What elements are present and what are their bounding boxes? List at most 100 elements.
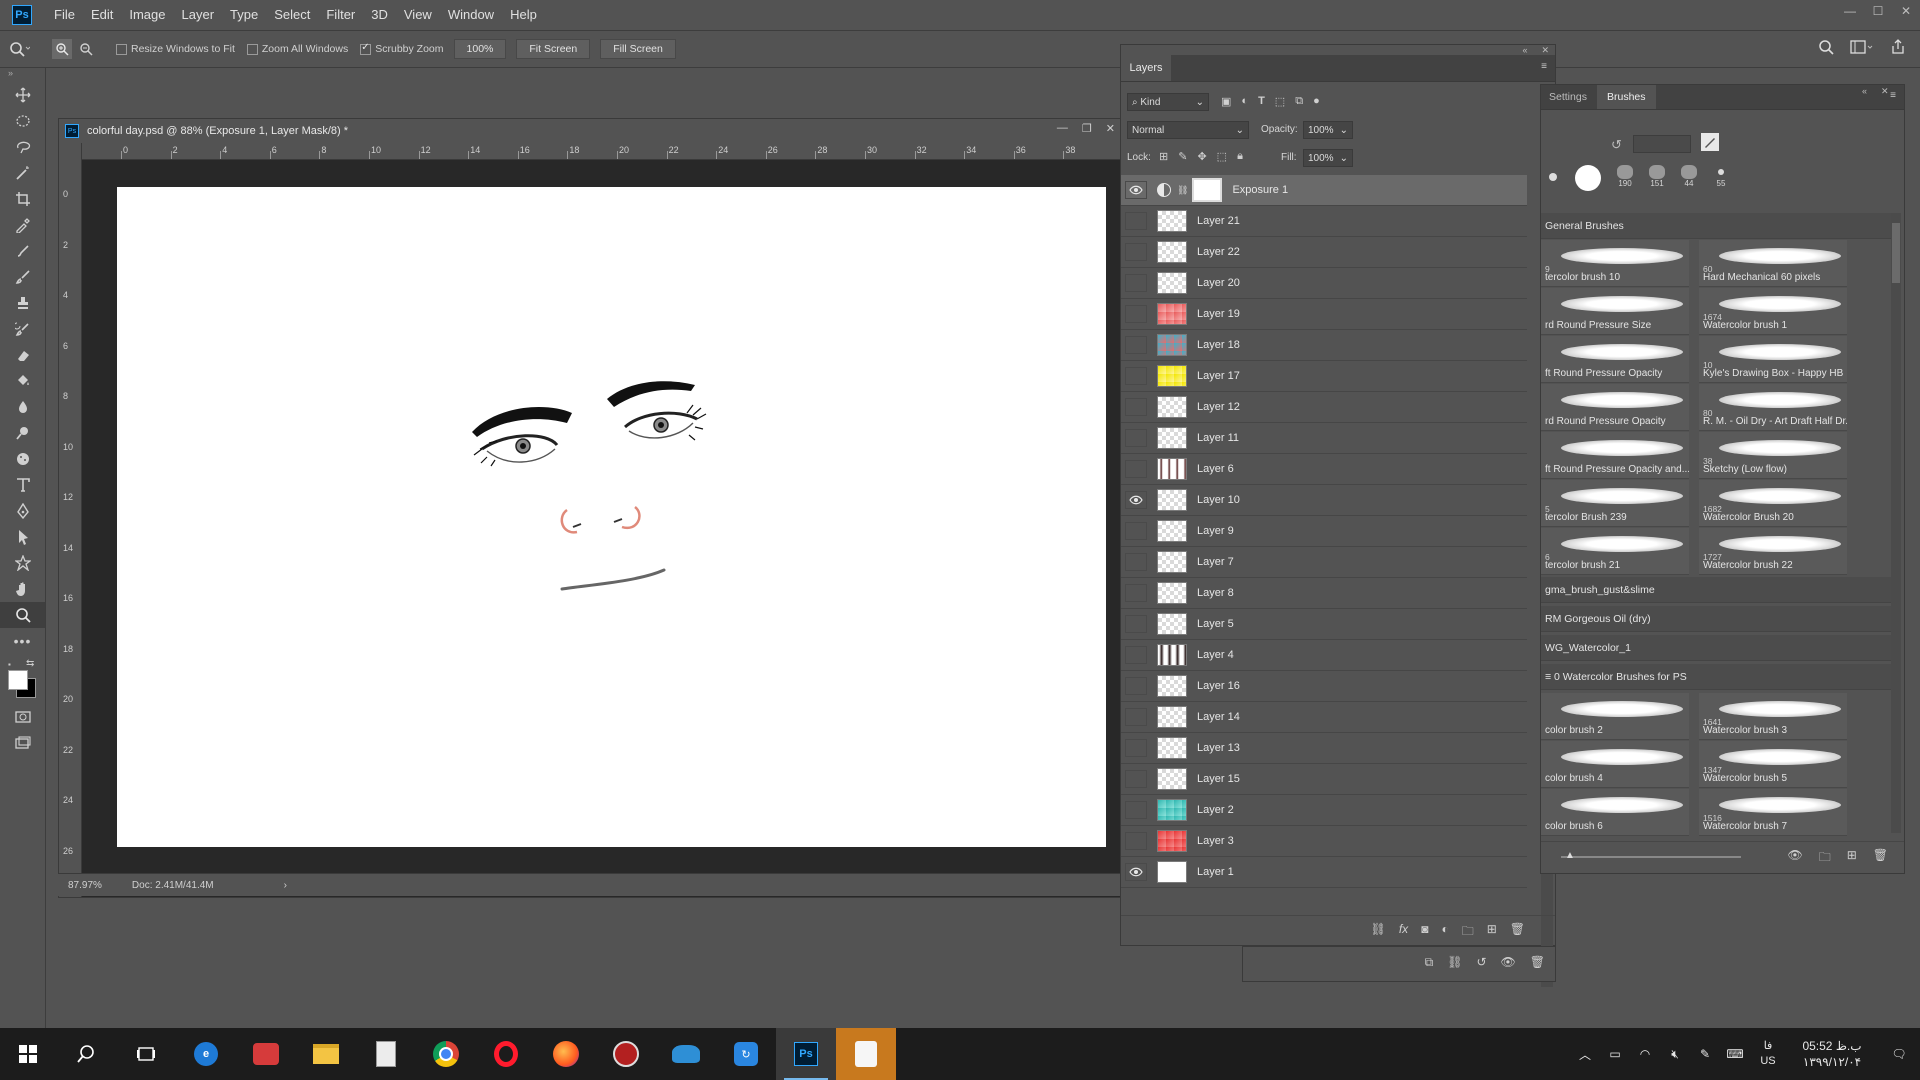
paint-app-icon[interactable] xyxy=(656,1028,716,1080)
brush-group-2[interactable]: RM Gorgeous Oil (dry) xyxy=(1541,606,1901,632)
recent-brush-3[interactable]: 190 xyxy=(1613,165,1637,195)
foreground-color-swatch[interactable] xyxy=(8,670,28,690)
brush-preset[interactable]: 1347 Watercolor brush 5 xyxy=(1699,741,1847,788)
tab-brush-settings[interactable]: Settings xyxy=(1543,85,1593,109)
clone-stamp-tool-icon[interactable] xyxy=(0,290,45,316)
visibility-eye-icon[interactable] xyxy=(1125,398,1147,416)
healing-brush-tool-icon[interactable] xyxy=(0,238,45,264)
zoom-out-icon[interactable] xyxy=(76,39,96,59)
tab-layers[interactable]: Layers xyxy=(1121,55,1171,81)
more-tools-icon[interactable]: ••• xyxy=(0,628,45,654)
filter-toggle-icon[interactable]: ● xyxy=(1313,95,1320,108)
menu-image[interactable]: Image xyxy=(121,0,173,30)
layer-row[interactable]: Layer 18 xyxy=(1121,330,1527,361)
close-button[interactable]: ✕ xyxy=(1892,0,1920,22)
lock-transparent-icon[interactable]: ⊞ xyxy=(1159,150,1168,163)
dodge-tool-icon[interactable] xyxy=(0,420,45,446)
search-taskbar-icon[interactable] xyxy=(56,1028,116,1080)
notifications-icon[interactable]: 🗨︎ xyxy=(1878,1047,1920,1061)
layer-row[interactable]: Layer 16 xyxy=(1121,671,1527,702)
brushes-collapse-icon[interactable]: « xyxy=(1862,86,1867,97)
lock-image-icon[interactable]: ✎ xyxy=(1178,150,1187,163)
shape-tool-icon[interactable] xyxy=(0,550,45,576)
visibility-eye-icon[interactable] xyxy=(1125,770,1147,788)
new-brush-icon[interactable]: ⊞ xyxy=(1847,848,1857,869)
brush-preset[interactable]: 1682 Watercolor Brush 20 xyxy=(1699,480,1847,527)
brush-preset[interactable]: rd Round Pressure Opacity xyxy=(1541,384,1689,431)
brush-preset[interactable]: 60 Hard Mechanical 60 pixels xyxy=(1699,240,1847,287)
delete-layer-icon[interactable]: 🗑︎ xyxy=(1510,922,1525,943)
visibility-eye-icon[interactable] xyxy=(1125,584,1147,602)
recent-brush-4[interactable]: 151 xyxy=(1645,165,1669,195)
visibility-eye-icon[interactable] xyxy=(1125,336,1147,354)
scrubby-zoom-checkbox[interactable]: Scrubby Zoom xyxy=(360,42,444,55)
visibility-eye-icon[interactable] xyxy=(1125,708,1147,726)
maximize-button[interactable]: ☐ xyxy=(1864,0,1892,22)
visibility-eye-icon[interactable] xyxy=(1125,212,1147,230)
start-button[interactable] xyxy=(0,1028,56,1080)
layer-row[interactable]: Layer 8 xyxy=(1121,578,1527,609)
visibility-eye-icon[interactable] xyxy=(1125,181,1147,199)
pen-icon[interactable]: ✎ xyxy=(1690,1047,1720,1061)
quick-mask-icon[interactable] xyxy=(0,704,45,730)
brush-preset[interactable]: color brush 2 xyxy=(1541,693,1689,740)
document-canvas[interactable] xyxy=(117,187,1106,847)
menu-window[interactable]: Window xyxy=(440,0,502,30)
new-document-from-state-icon[interactable]: ⧉ xyxy=(1425,955,1434,970)
visibility-eye-icon[interactable] xyxy=(1125,739,1147,757)
zoom-in-icon[interactable] xyxy=(52,39,72,59)
filter-shape-icon[interactable]: ⬚ xyxy=(1275,95,1285,108)
lock-position-icon[interactable]: ✥ xyxy=(1197,150,1206,163)
menu-help[interactable]: Help xyxy=(502,0,545,30)
brush-preset[interactable]: 1674 Watercolor brush 1 xyxy=(1699,288,1847,335)
visibility-eye-icon[interactable] xyxy=(1125,615,1147,633)
language-indicator[interactable]: فا US xyxy=(1750,1039,1786,1069)
brush-preset[interactable]: color brush 4 xyxy=(1541,741,1689,788)
delete-state-icon[interactable]: 🗑︎ xyxy=(1530,955,1545,970)
layer-row[interactable]: Layer 10 xyxy=(1121,485,1527,516)
layer-mask-thumbnail[interactable] xyxy=(1192,178,1223,202)
photoshop-taskbar-icon[interactable]: Ps xyxy=(776,1028,836,1080)
layer-row[interactable]: Layer 9 xyxy=(1121,516,1527,547)
brush-group-3[interactable]: WG_Watercolor_1 xyxy=(1541,635,1901,661)
layer-row[interactable]: Layer 17 xyxy=(1121,361,1527,392)
collapse-toolbar-icon[interactable]: » xyxy=(0,68,45,82)
brush-preset[interactable]: 38 Sketchy (Low flow) xyxy=(1699,432,1847,479)
link-layers-icon[interactable]: ⛓︎ xyxy=(1371,922,1386,943)
filter-smart-object-icon[interactable]: ⧉ xyxy=(1295,95,1303,108)
paint-bucket-tool-icon[interactable] xyxy=(0,368,45,394)
add-mask-icon[interactable]: ◙ xyxy=(1421,922,1428,943)
layer-row[interactable]: Layer 5 xyxy=(1121,609,1527,640)
search-icon[interactable] xyxy=(1818,39,1834,55)
zoom-level[interactable]: 87.97% xyxy=(68,880,102,891)
media-app-icon[interactable] xyxy=(596,1028,656,1080)
layer-row[interactable]: Layer 13 xyxy=(1121,733,1527,764)
visibility-eye-icon[interactable] xyxy=(1125,491,1147,509)
document-tab[interactable]: Ps colorful day.psd @ 88% (Exposure 1, L… xyxy=(59,119,1121,144)
magic-wand-tool-icon[interactable] xyxy=(0,160,45,186)
brush-preset[interactable]: 6 tercolor brush 21 xyxy=(1541,528,1689,575)
undo-icon[interactable]: ↺ xyxy=(1476,955,1486,970)
filter-pixel-icon[interactable]: ▣ xyxy=(1221,95,1231,108)
blend-mode-select[interactable]: Normal ⌄ xyxy=(1127,121,1249,139)
menu-type[interactable]: Type xyxy=(222,0,266,30)
recorder-app-icon[interactable] xyxy=(236,1028,296,1080)
minimize-button[interactable]: — xyxy=(1836,0,1864,22)
ruler-origin[interactable] xyxy=(59,143,82,160)
menu-select[interactable]: Select xyxy=(266,0,318,30)
visibility-eye-icon[interactable] xyxy=(1125,522,1147,540)
visibility-eye-icon[interactable] xyxy=(1125,863,1147,881)
brush-size-input[interactable] xyxy=(1633,135,1691,153)
visibility-eye-icon[interactable] xyxy=(1125,460,1147,478)
mask-link-icon[interactable]: ⛓︎ xyxy=(1177,185,1188,196)
opera-icon[interactable] xyxy=(476,1028,536,1080)
path-selection-tool-icon[interactable] xyxy=(0,524,45,550)
brush-group-4[interactable]: ≡ 0 Watercolor Brushes for PS xyxy=(1541,664,1901,690)
lasso-tool-icon[interactable] xyxy=(0,134,45,160)
task-view-icon[interactable] xyxy=(116,1028,176,1080)
layer-row[interactable]: Layer 11 xyxy=(1121,423,1527,454)
keyboard-icon[interactable]: ⌨ xyxy=(1720,1047,1750,1061)
zoom-tool-icon[interactable] xyxy=(0,602,45,628)
doc-restore-button[interactable]: ❐ xyxy=(1082,122,1092,135)
marquee-tool-icon[interactable] xyxy=(0,108,45,134)
